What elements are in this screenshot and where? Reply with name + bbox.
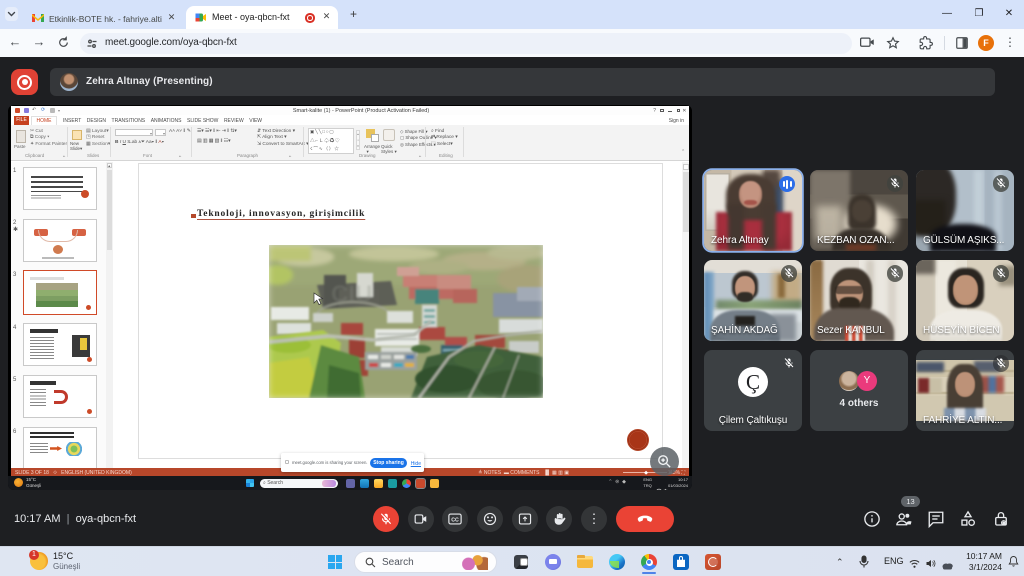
svg-text:8: 8 bbox=[1003, 521, 1005, 525]
svg-text:CIU: CIU bbox=[331, 281, 372, 308]
svg-text:CC: CC bbox=[451, 517, 459, 523]
